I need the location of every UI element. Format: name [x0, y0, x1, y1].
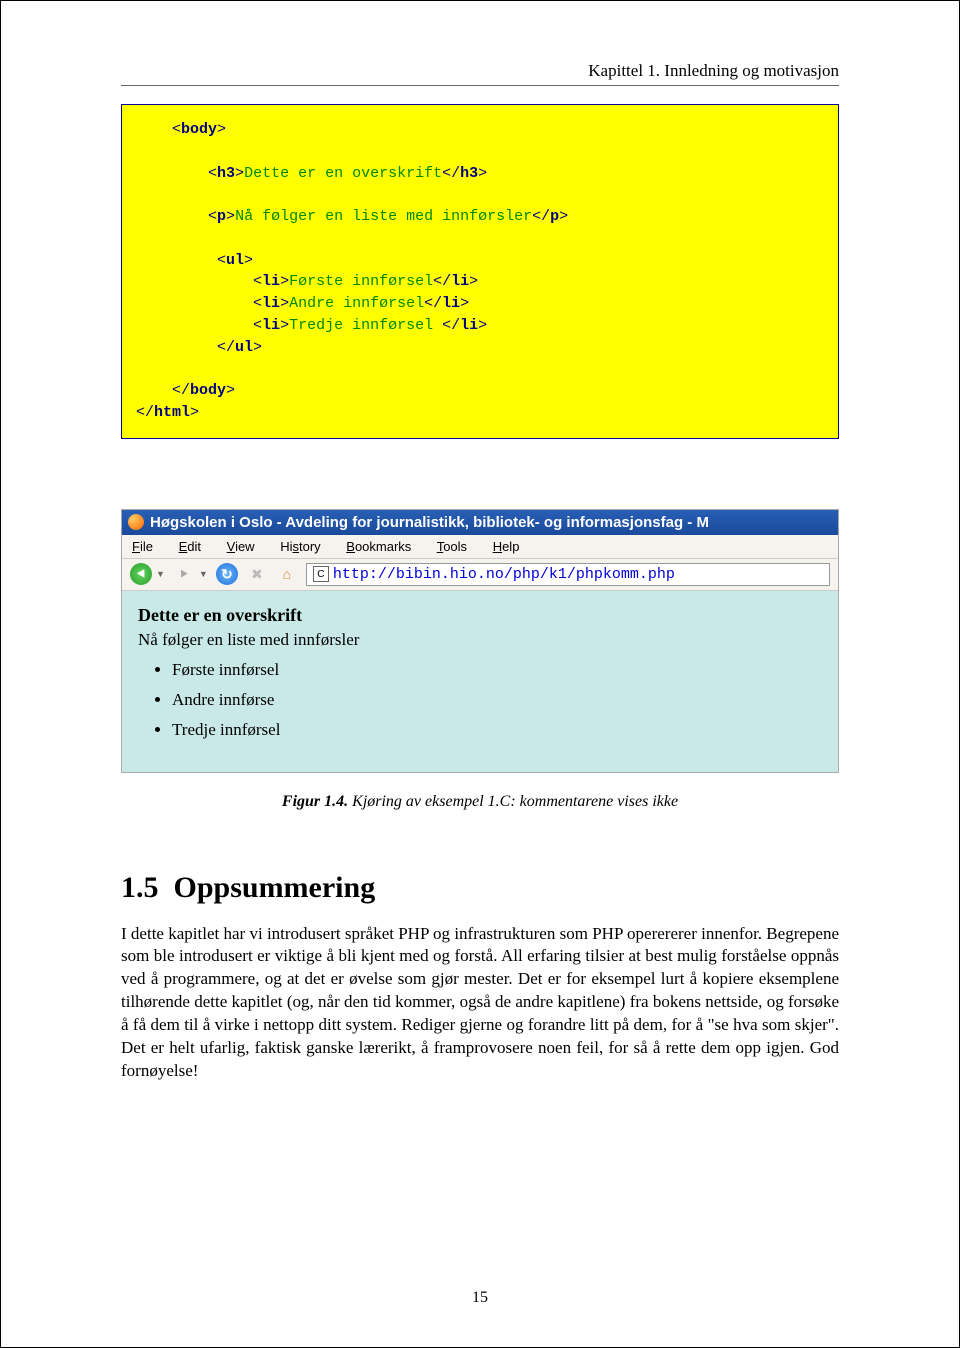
browser-menubar: File Edit View History Bookmarks Tools H…	[122, 535, 838, 559]
body-paragraph: I dette kapitlet har vi introdusert språ…	[121, 923, 839, 1084]
menu-help[interactable]: Help	[493, 539, 520, 554]
fwd-dropdown-icon[interactable]: ▼	[199, 569, 208, 579]
page-icon: C	[313, 566, 329, 582]
rendered-paragraph: Nå følger en liste med innførsler	[138, 630, 822, 650]
menu-bookmarks[interactable]: Bookmarks	[346, 539, 411, 554]
page-number: 15	[1, 1289, 959, 1307]
menu-tools[interactable]: Tools	[437, 539, 467, 554]
firefox-icon	[128, 514, 144, 530]
list-item: Første innførsel	[172, 660, 822, 680]
code-listing: <body> <h3>Dette er en overskrift</h3> <…	[121, 104, 839, 439]
caption-text: Kjøring av eksempel 1.C: kommentarene vi…	[348, 793, 678, 810]
browser-window: Høgskolen i Oslo - Avdeling for journali…	[121, 509, 839, 773]
caption-label: Figur 1.4.	[282, 793, 348, 810]
figure-caption: Figur 1.4. Kjøring av eksempel 1.C: komm…	[121, 793, 839, 811]
browser-titlebar: Høgskolen i Oslo - Avdeling for journali…	[122, 510, 838, 535]
section-heading: 1.5 Oppsummering	[121, 871, 839, 905]
url-bar[interactable]: C http://bibin.hio.no/php/k1/phpkomm.php	[306, 563, 830, 586]
section-number: 1.5	[121, 871, 159, 904]
browser-toolbar: ⯇ ▼ ⯈ ▼ ↻ ✖ ⌂ C http://bibin.hio.no/php/k1…	[122, 559, 838, 591]
back-dropdown-icon[interactable]: ▼	[156, 569, 165, 579]
list-item: Andre innførse	[172, 690, 822, 710]
stop-button[interactable]: ✖	[246, 563, 268, 585]
back-button[interactable]: ⯇	[130, 563, 152, 585]
url-text: http://bibin.hio.no/php/k1/phpkomm.php	[333, 566, 675, 583]
rendered-heading: Dette er en overskrift	[138, 605, 822, 626]
menu-file[interactable]: File	[132, 539, 153, 554]
forward-button[interactable]: ⯈	[173, 563, 195, 585]
window-title: Høgskolen i Oslo - Avdeling for journali…	[150, 514, 709, 531]
list-item: Tredje innførsel	[172, 720, 822, 740]
page: Kapittel 1. Innledning og motivasjon <bo…	[0, 0, 960, 1348]
menu-edit[interactable]: Edit	[179, 539, 201, 554]
menu-history[interactable]: History	[280, 539, 320, 554]
page-header: Kapittel 1. Innledning og motivasjon	[121, 61, 839, 86]
home-button[interactable]: ⌂	[276, 563, 298, 585]
rendered-list: Første innførsel Andre innførse Tredje i…	[138, 660, 822, 740]
browser-viewport: Dette er en overskrift Nå følger en list…	[122, 591, 838, 772]
menu-view[interactable]: View	[227, 539, 255, 554]
section-title: Oppsummering	[174, 871, 376, 904]
reload-button[interactable]: ↻	[216, 563, 238, 585]
